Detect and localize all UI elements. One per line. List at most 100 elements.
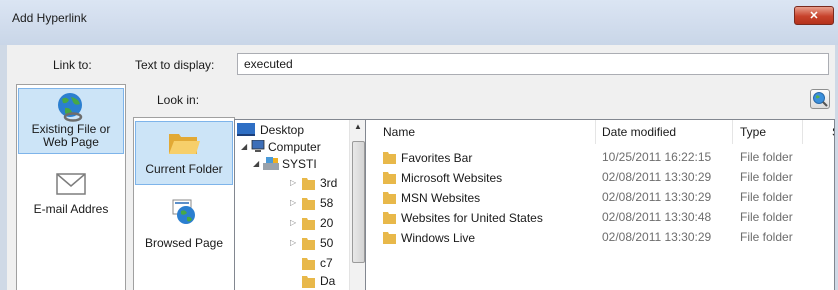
column-header-name[interactable]: Name (383, 125, 415, 139)
column-divider[interactable] (595, 120, 596, 144)
file-name: MSN Websites (401, 191, 481, 205)
file-name-cell: MSN Websites (383, 190, 480, 205)
link-type-existing-file-label: Existing File or Web Page (31, 122, 111, 149)
table-row[interactable]: Windows Live 02/08/2011 13:30:29 File fo… (366, 227, 834, 247)
table-row[interactable]: Favorites Bar 10/25/2011 16:22:15 File f… (366, 147, 834, 167)
tree-scrollbar[interactable]: ▲ (349, 120, 365, 290)
file-name-cell: Windows Live (383, 230, 475, 245)
tree-item-folder[interactable]: ▷ 58 (290, 195, 333, 210)
drive-icon (263, 157, 279, 170)
globe-search-icon (813, 92, 828, 107)
scroll-up-arrow-icon[interactable]: ▲ (354, 122, 362, 131)
tree-item-desktop[interactable]: Desktop (237, 122, 304, 137)
folder-icon (383, 212, 396, 224)
file-name-cell: Websites for United States (383, 210, 543, 225)
folder-icon (302, 197, 315, 210)
open-folder-icon (169, 134, 200, 154)
table-row[interactable]: Websites for United States 02/08/2011 13… (366, 207, 834, 227)
browsed-page-button[interactable]: Browsed Page (135, 198, 233, 262)
close-button[interactable]: ✕ (794, 6, 834, 25)
text-to-display-input[interactable]: executed (237, 53, 829, 75)
tree-item-label: SYSTI (282, 156, 317, 171)
window-title: Add Hyperlink (12, 11, 87, 25)
tree-item-folder[interactable]: ▷ 20 (290, 215, 333, 230)
browsed-page-label: Browsed Page (144, 236, 224, 250)
tree-item-label: Computer (268, 139, 321, 154)
folder-icon (302, 275, 315, 288)
column-divider[interactable] (732, 120, 733, 144)
file-list[interactable]: Name Date modified Type S Favorites Bar … (365, 119, 835, 290)
folder-icon (302, 217, 315, 230)
column-header-type[interactable]: Type (740, 125, 766, 139)
look-in-bar: Current Folder Browsed Page (133, 117, 235, 290)
column-header-size[interactable]: S (832, 125, 834, 139)
link-type-email[interactable]: E-mail Addres (18, 171, 124, 229)
expand-arrow-icon: ◢ (241, 142, 248, 151)
folder-icon (302, 257, 315, 270)
title-bar: Add Hyperlink ✕ (0, 0, 838, 45)
file-name: Favorites Bar (401, 151, 473, 165)
file-name-cell: Favorites Bar (383, 150, 472, 165)
collapsed-arrow-icon: ▷ (290, 178, 297, 187)
tree-item-system-drive[interactable]: ◢ SYSTI (253, 156, 317, 171)
current-folder-button[interactable]: Current Folder (135, 121, 233, 185)
folder-icon (302, 177, 315, 190)
tree-item-folder[interactable]: ▷ 3rd (290, 175, 337, 190)
type-cell: File folder (740, 170, 793, 184)
tree-item-folder[interactable]: ▷ 50 (290, 235, 333, 250)
envelope-icon (56, 173, 86, 195)
browse-web-button[interactable] (810, 89, 830, 109)
tree-item-label: Da (320, 273, 336, 288)
date-modified-cell: 02/08/2011 13:30:29 (602, 230, 712, 244)
tree-item-label: 50 (320, 235, 334, 250)
type-cell: File folder (740, 150, 793, 164)
dialog-body: Link to: Text to display: executed Exist… (7, 45, 835, 290)
desktop-icon (237, 123, 255, 136)
file-name: Websites for United States (401, 211, 543, 225)
tree-item-label: c7 (320, 255, 333, 270)
folder-icon (383, 192, 396, 204)
date-modified-cell: 02/08/2011 13:30:29 (602, 190, 712, 204)
type-cell: File folder (740, 190, 793, 204)
column-divider[interactable] (802, 120, 803, 144)
link-to-label: Link to: (53, 58, 92, 72)
folder-icon (383, 172, 396, 184)
browsed-page-icon (172, 199, 195, 224)
tree-item-label: Desktop (260, 122, 305, 137)
column-header-date[interactable]: Date modified (602, 125, 676, 139)
look-in-label: Look in: (157, 93, 200, 107)
tree-item-label: 58 (320, 195, 334, 210)
tree-item-folder[interactable]: Da (302, 273, 335, 288)
tree-item-label: 3rd (320, 175, 338, 190)
type-cell: File folder (740, 210, 793, 224)
folder-icon (383, 232, 396, 244)
folder-tree[interactable]: Desktop ◢ Computer ◢ SYSTI ▷ 3rd ▷ 58 ▷ … (234, 119, 366, 290)
date-modified-cell: 02/08/2011 13:30:29 (602, 170, 712, 184)
tree-item-folder[interactable]: c7 (302, 255, 333, 270)
date-modified-cell: 02/08/2011 13:30:48 (602, 210, 712, 224)
scrollbar-thumb[interactable] (352, 141, 365, 263)
collapsed-arrow-icon: ▷ (290, 238, 297, 247)
type-cell: File folder (740, 230, 793, 244)
collapsed-arrow-icon: ▷ (290, 218, 297, 227)
table-row[interactable]: MSN Websites 02/08/2011 13:30:29 File fo… (366, 187, 834, 207)
link-type-email-label: E-mail Addres (33, 202, 109, 216)
folder-icon (383, 152, 396, 164)
file-name: Microsoft Websites (401, 171, 503, 185)
file-name-cell: Microsoft Websites (383, 170, 502, 185)
link-type-existing-file[interactable]: Existing File or Web Page (18, 88, 124, 154)
tree-item-computer[interactable]: ◢ Computer (241, 139, 321, 154)
expand-arrow-icon: ◢ (253, 159, 260, 168)
file-name: Windows Live (401, 231, 476, 245)
link-type-bar: Existing File or Web Page E-mail Addres (16, 84, 126, 290)
table-row[interactable]: Microsoft Websites 02/08/2011 13:30:29 F… (366, 167, 834, 187)
computer-icon (251, 140, 265, 152)
globe-link-icon (58, 93, 83, 122)
text-to-display-label: Text to display: (135, 58, 215, 72)
current-folder-label: Current Folder (145, 162, 223, 176)
date-modified-cell: 10/25/2011 16:22:15 (602, 150, 712, 164)
collapsed-arrow-icon: ▷ (290, 198, 297, 207)
tree-item-label: 20 (320, 215, 334, 230)
folder-icon (302, 237, 315, 250)
close-icon: ✕ (809, 10, 819, 22)
